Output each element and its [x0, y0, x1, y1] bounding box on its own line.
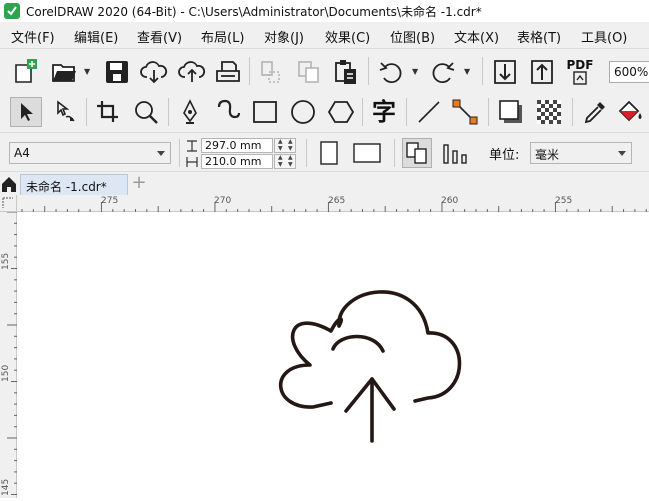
page-width-input[interactable]: 297.0 mm [201, 138, 273, 153]
property-bar: A4 297.0 mm ▲ ▼ ▲ ▼ 210.0 mm ▲ ▼ ▲ ▼ 单位:… [0, 132, 649, 172]
undo-icon[interactable] [377, 59, 405, 85]
page-width-icon [185, 138, 199, 153]
menu-text[interactable]: 文本(X) [454, 27, 499, 46]
horizontal-ruler[interactable]: 275 270 265 260 255 [17, 195, 649, 212]
chevron-down-icon [157, 151, 165, 156]
standard-toolbar: ▼ ▼ ▼ PDF 600% [0, 48, 649, 92]
home-icon[interactable] [0, 175, 20, 195]
crop-tool-icon[interactable] [94, 98, 122, 126]
connector-tool-icon[interactable] [450, 98, 480, 126]
ruler-corner[interactable] [0, 195, 17, 212]
page-height-icon [185, 154, 199, 169]
separator [572, 98, 573, 126]
menu-effects[interactable]: 效果(C) [325, 27, 370, 46]
ellipse-tool-icon[interactable] [288, 98, 318, 126]
units-label: 单位: [489, 148, 520, 163]
units-value: 毫米 [535, 148, 560, 162]
new-tab-button[interactable]: + [130, 174, 148, 193]
polygon-tool-icon[interactable] [326, 98, 356, 126]
menu-tools[interactable]: 工具(O) [581, 27, 627, 46]
menu-edit[interactable]: 编辑(E) [74, 27, 118, 46]
page-width-stepper[interactable]: ▲ ▼ ▲ ▼ [274, 138, 296, 153]
current-page-icon[interactable] [440, 138, 470, 168]
drop-shadow-icon[interactable] [496, 98, 526, 126]
page-height-input[interactable]: 210.0 mm [201, 154, 273, 169]
cloud-download-icon[interactable] [140, 59, 168, 85]
menu-bar: 文件(F) 编辑(E) 查看(V) 布局(L) 对象(J) 效果(C) 位图(B… [0, 22, 649, 48]
paste-icon[interactable] [333, 58, 359, 86]
zoom-level-input[interactable]: 600% [609, 61, 649, 83]
pdf-label: PDF [566, 58, 594, 72]
toolbox: 字 [0, 92, 649, 132]
print-icon[interactable] [214, 59, 242, 85]
window-title: CorelDRAW 2020 (64-Bit) - C:\Users\Admin… [26, 4, 482, 19]
separator [362, 98, 363, 126]
coreldraw-app-icon [4, 3, 20, 19]
menu-file[interactable]: 文件(F) [11, 27, 55, 46]
separator [368, 57, 369, 85]
cloud-upload-icon[interactable] [178, 59, 206, 85]
import-icon[interactable] [492, 58, 518, 86]
v-ruler-label: 155 [1, 252, 11, 270]
artistic-media-icon[interactable] [214, 98, 242, 126]
units-dropdown[interactable]: 毫米 [530, 142, 632, 164]
save-icon[interactable] [104, 59, 130, 85]
h-ruler-label: 265 [328, 196, 346, 206]
undo-dropdown-arrow[interactable]: ▼ [412, 67, 418, 76]
portrait-orientation-icon[interactable] [318, 140, 340, 166]
line-tool-icon[interactable] [414, 98, 444, 126]
shape-tool-icon[interactable] [50, 98, 80, 126]
open-dropdown-arrow[interactable]: ▼ [84, 67, 90, 76]
separator [179, 139, 180, 167]
title-bar: CorelDRAW 2020 (64-Bit) - C:\Users\Admin… [0, 0, 649, 22]
menu-layout[interactable]: 布局(L) [201, 27, 244, 46]
menu-object[interactable]: 对象(J) [264, 27, 304, 46]
menu-view[interactable]: 查看(V) [137, 27, 182, 46]
open-icon[interactable] [50, 60, 78, 84]
menu-bitmaps[interactable]: 位图(B) [390, 27, 435, 46]
separator [406, 98, 407, 126]
separator [168, 98, 169, 126]
text-tool-icon[interactable]: 字 [369, 98, 399, 126]
separator [394, 139, 395, 167]
redo-icon[interactable] [429, 59, 457, 85]
separator [306, 139, 307, 167]
pen-tool-icon[interactable] [176, 98, 204, 126]
h-ruler-label: 275 [101, 196, 119, 206]
menu-table[interactable]: 表格(T) [517, 27, 561, 46]
separator [482, 57, 483, 85]
fill-tool-icon[interactable] [614, 98, 646, 126]
pdf-icon[interactable]: PDF [565, 57, 595, 87]
landscape-orientation-icon[interactable] [352, 142, 382, 164]
h-ruler-label: 260 [441, 196, 459, 206]
page-size-value: A4 [14, 146, 30, 160]
copy-icon[interactable] [296, 59, 322, 85]
new-document-icon[interactable] [12, 58, 40, 84]
vertical-ruler[interactable]: 155 150 145 [0, 211, 17, 498]
separator [249, 57, 250, 85]
page-size-dropdown[interactable]: A4 [9, 142, 171, 164]
cloud-upload-drawing[interactable] [18, 213, 649, 498]
h-ruler-label: 255 [555, 196, 573, 206]
h-ruler-label: 270 [214, 196, 232, 206]
eyedropper-icon[interactable] [580, 98, 610, 126]
page-height-stepper[interactable]: ▲ ▼ ▲ ▼ [274, 154, 296, 169]
cut-icon[interactable] [258, 59, 284, 85]
drawing-canvas[interactable] [18, 213, 649, 498]
text-tool-glyph: 字 [372, 98, 396, 126]
document-tab-bar: 未命名 -1.cdr* + [0, 172, 649, 195]
v-ruler-label: 145 [1, 478, 11, 496]
all-pages-icon[interactable] [402, 138, 432, 168]
document-tab[interactable]: 未命名 -1.cdr* [20, 174, 128, 195]
chevron-down-icon [618, 151, 626, 156]
separator [86, 98, 87, 126]
pick-tool-icon[interactable] [10, 97, 42, 127]
redo-dropdown-arrow[interactable]: ▼ [464, 67, 470, 76]
separator [488, 98, 489, 126]
v-ruler-label: 150 [1, 364, 11, 382]
transparency-icon[interactable] [534, 98, 564, 126]
rectangle-tool-icon[interactable] [250, 98, 280, 126]
zoom-tool-icon[interactable] [132, 98, 160, 126]
export-icon[interactable] [529, 58, 555, 86]
